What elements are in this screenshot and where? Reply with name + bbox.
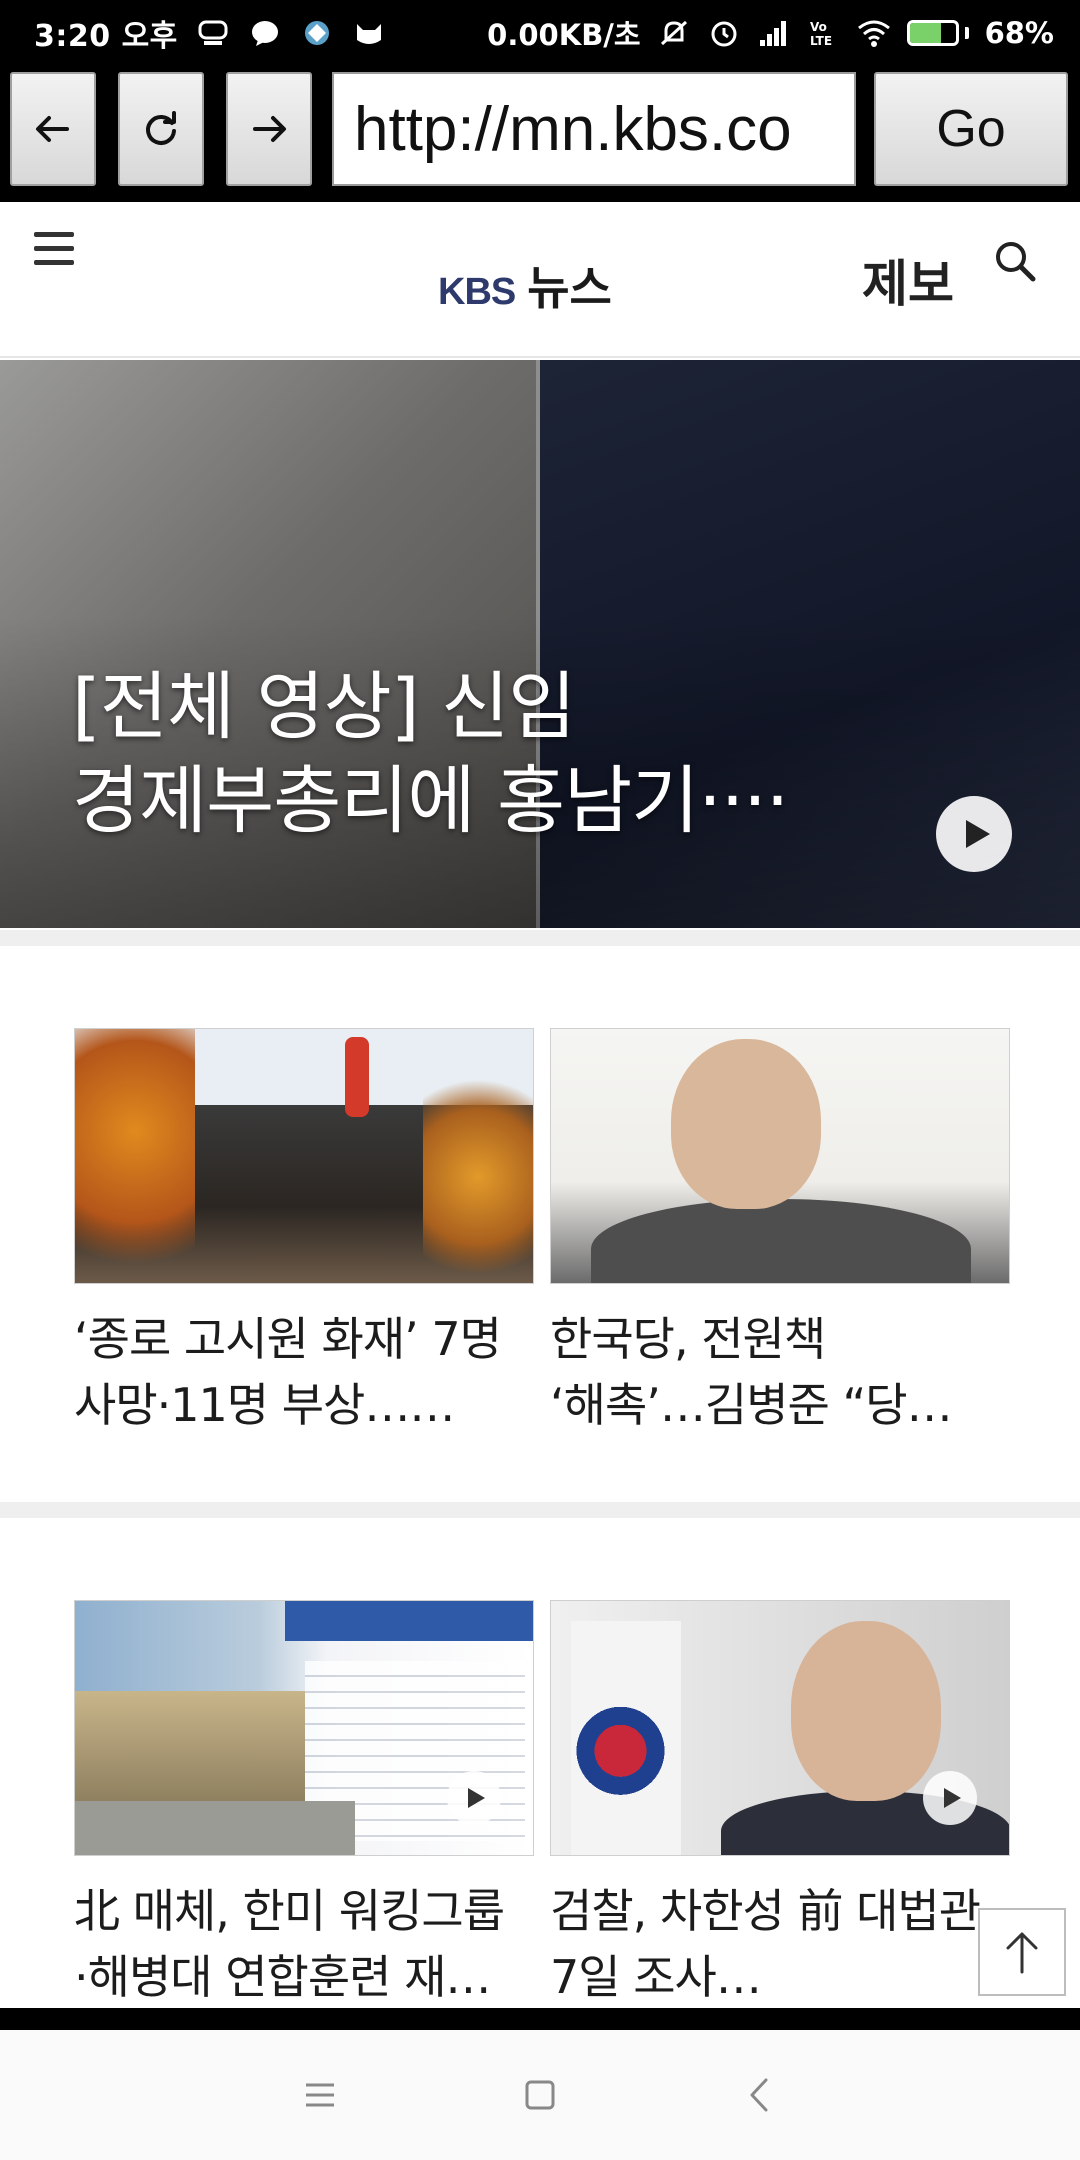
- reload-icon: [146, 111, 176, 145]
- kbs-news-logo[interactable]: KBS 뉴스: [438, 252, 612, 318]
- play-button[interactable]: [447, 1771, 501, 1825]
- app-icon: [304, 21, 329, 45]
- article-thumbnail: [74, 1028, 534, 1284]
- status-time: 3:20 오후: [34, 19, 178, 54]
- article-thumbnail: [550, 1028, 1010, 1284]
- url-input[interactable]: [332, 72, 856, 186]
- search-icon[interactable]: [990, 236, 1040, 286]
- status-bar: 3:20 오후 0.00KB/초 Vo LTE 68%: [0, 0, 1080, 66]
- article-thumbnail: [74, 1600, 534, 1856]
- play-button[interactable]: [923, 1771, 977, 1825]
- play-icon: [966, 820, 990, 848]
- hero-article[interactable]: [전체 영상] 신임 경제부총리에 홍남기····: [0, 360, 1080, 928]
- battery-percent: 68%: [984, 16, 1054, 50]
- tip-link[interactable]: 제보: [862, 244, 954, 316]
- home-square-icon[interactable]: [520, 2075, 560, 2115]
- mute-icon: [660, 20, 687, 46]
- arrow-up-icon: [1006, 1932, 1038, 1974]
- go-button[interactable]: Go: [874, 72, 1068, 186]
- section-divider: [0, 930, 1080, 946]
- menu-icon[interactable]: [300, 2075, 340, 2115]
- battery-charging-icon: [906, 20, 969, 46]
- play-icon: [468, 1788, 485, 1808]
- article-title: ‘종로 고시원 화재’ 7명 사망·11명 부상……: [74, 1312, 502, 1432]
- back-button[interactable]: [10, 72, 96, 186]
- svg-text:LTE: LTE: [810, 34, 832, 48]
- hero-title: [전체 영상] 신임 경제부총리에 홍남기····: [72, 664, 789, 844]
- reload-button[interactable]: [118, 72, 204, 186]
- article-title: 검찰, 차한성 前 대법관 7일 조사…: [550, 1884, 981, 2004]
- arrow-left-icon: [36, 116, 69, 142]
- cat-icon: [356, 24, 381, 44]
- network-speed: 0.00KB/초: [487, 18, 641, 52]
- article-card[interactable]: 검찰, 차한성 前 대법관 7일 조사…: [550, 1600, 1010, 2010]
- forward-button[interactable]: [226, 72, 312, 186]
- arrow-right-icon: [253, 116, 286, 142]
- article-title: 北 매체, 한미 워킹그룹 ·해병대 연합훈련 재…: [74, 1884, 505, 2004]
- svg-text:Vo: Vo: [810, 20, 827, 34]
- system-nav-bar: [0, 2030, 1080, 2160]
- site-header: KBS 뉴스 제보: [0, 202, 1080, 358]
- wifi-icon: [857, 20, 890, 47]
- volte-icon: VoLTE: [810, 20, 832, 48]
- alarm-icon: [711, 21, 737, 47]
- chat-bubble-icon: [251, 21, 278, 46]
- play-icon: [944, 1788, 961, 1808]
- scroll-to-top-button[interactable]: [978, 1908, 1066, 1996]
- article-card[interactable]: 한국당, 전원책 ‘해촉’…김병준 “당…: [550, 1028, 1010, 1438]
- browser-toolbar: Go: [0, 66, 1080, 202]
- back-chevron-icon[interactable]: [740, 2075, 780, 2115]
- article-title: 한국당, 전원책 ‘해촉’…김병준 “당…: [550, 1312, 953, 1432]
- hamburger-menu-icon[interactable]: [34, 232, 74, 272]
- article-thumbnail: [550, 1600, 1010, 1856]
- play-button[interactable]: [936, 796, 1012, 872]
- article-card[interactable]: 北 매체, 한미 워킹그룹 ·해병대 연합훈련 재…: [74, 1600, 534, 2010]
- notification-icon: [198, 20, 228, 45]
- signal-icon: [759, 21, 786, 46]
- section-divider: [0, 1502, 1080, 1518]
- logo-news-text: 뉴스: [527, 261, 612, 315]
- article-card[interactable]: ‘종로 고시원 화재’ 7명 사망·11명 부상……: [74, 1028, 534, 1438]
- logo-kbs-text: KBS: [438, 271, 516, 313]
